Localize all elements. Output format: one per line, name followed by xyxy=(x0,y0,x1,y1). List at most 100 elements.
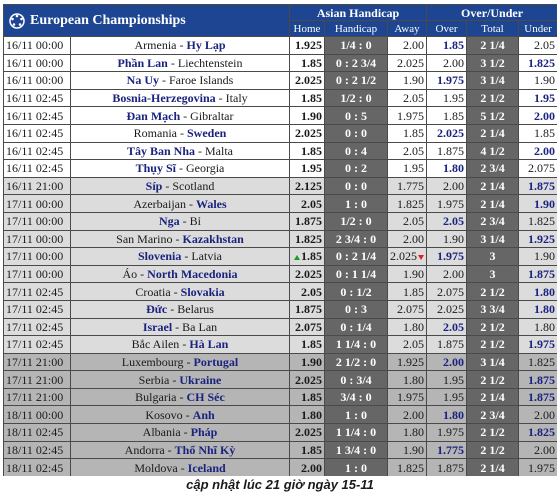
away-team: Hà Lan xyxy=(189,337,229,352)
over-odds: 1.85 xyxy=(427,37,467,54)
total-goals-line: 2 1/2 xyxy=(467,283,519,300)
away-team: Iceland xyxy=(187,460,226,475)
match-row: 18/11 02:45 Albania - Pháp 2.025 1 1/4 : 0 1… xyxy=(4,424,558,441)
match-teams: Bắc Ailen - Hà Lan xyxy=(71,336,289,353)
handicap-value: 0 : 1/4 xyxy=(325,318,387,336)
match-teams: Áo - North Macedonia xyxy=(71,265,289,283)
match-row: 16/11 00:00 Na Uy - Faroe Islands 2.025 0 :… xyxy=(4,72,558,89)
match-row: 16/11 02:45 Bosnia-Herzegovina - Italy 1.8… xyxy=(4,89,558,107)
home-odds-value: 2.025 xyxy=(295,126,322,141)
away-team: Liechtenstein xyxy=(177,55,243,70)
handicap-value: 1 : 0 xyxy=(325,406,387,424)
handicap-value: 3/4 : 0 xyxy=(325,388,387,406)
home-odds: 1.875 xyxy=(290,212,324,230)
kickoff-time: 18/11 02:45 xyxy=(4,441,70,459)
match-row: 17/11 02:45 Đức - Belarus 1.875 0 : 3 2.075 2… xyxy=(4,300,558,318)
home-odds: 1.80 xyxy=(290,406,324,424)
kickoff-time: 16/11 02:45 xyxy=(4,107,70,124)
away-odds: 2.075 xyxy=(388,300,427,318)
total-goals-line: 2 3/4 xyxy=(467,406,519,424)
away-odds: 1.975 xyxy=(388,388,427,406)
under-odds: 1.875 xyxy=(519,177,558,195)
handicap-value: 1/4 : 0 xyxy=(325,37,387,54)
home-odds-value: 1.90 xyxy=(301,108,322,123)
away-odds-value: 2.025 xyxy=(390,249,418,264)
home-odds-value: 1.85 xyxy=(301,390,322,405)
total-goals-line: 3 xyxy=(467,248,519,265)
match-rows: 16/11 00:00 Armenia - Hy Lạp 1.925 1/4 : 02… xyxy=(4,37,558,476)
match-teams: Kosovo - Anh xyxy=(71,406,289,424)
over-odds: 1.975 xyxy=(427,72,467,89)
kickoff-time: 16/11 00:00 xyxy=(4,72,70,89)
home-team: Tây Ban Nha xyxy=(126,143,196,158)
handicap-value: 0 : 0 xyxy=(325,124,387,142)
total-goals-line: 3 1/4 xyxy=(467,353,519,371)
away-odds-value: 1.775 xyxy=(397,179,425,194)
total-goals-line: 2 1/4 xyxy=(467,388,519,406)
total-goals-line: 2 1/2 xyxy=(467,371,519,388)
odds-table-container: European Championships Asian Handicap Ov… xyxy=(3,4,558,476)
match-teams: Serbia - Ukraine xyxy=(71,371,289,388)
under-odds: 1.80 xyxy=(519,318,558,336)
home-odds-value: 2.025 xyxy=(295,73,322,88)
home-team: Slovenia xyxy=(138,249,182,264)
home-odds: 1.85 xyxy=(290,54,324,72)
kickoff-time: 17/11 00:00 xyxy=(4,230,70,248)
home-team: Nga xyxy=(158,214,180,229)
total-goals-line: 2 1/4 xyxy=(467,195,519,212)
match-row: 17/11 00:00 Azerbaijan - Wales 2.05 1 : 0 1.… xyxy=(4,195,558,212)
match-teams: Đan Mạch - Gibraltar xyxy=(71,107,289,124)
home-odds-value: 2.025 xyxy=(295,267,322,282)
over-odds: 2.075 xyxy=(427,283,467,300)
match-row: 17/11 02:45 Bắc Ailen - Hà Lan 1.85 1 1/4 :… xyxy=(4,336,558,353)
home-team: Síp xyxy=(145,179,163,194)
under-odds: 1.825 xyxy=(519,424,558,441)
away-team: Belarus xyxy=(177,302,214,317)
total-goals-line: 4 1/2 xyxy=(467,142,519,160)
match-teams: Bulgaria - CH Séc xyxy=(71,388,289,406)
away-odds: 1.90 xyxy=(388,441,427,459)
total-goals-line: 2 3/4 xyxy=(467,212,519,230)
over-odds: 1.975 xyxy=(427,195,467,212)
match-teams: Síp - Scotland xyxy=(71,177,289,195)
home-team: Bắc Ailen xyxy=(131,337,180,352)
uefa-logo-icon xyxy=(9,12,25,29)
match-row: 17/11 21:00 Serbia - Ukraine 2.025 0 : 3/4 1… xyxy=(4,371,558,388)
over-odds: 1.85 xyxy=(427,107,467,124)
over-odds: 1.875 xyxy=(427,142,467,160)
match-teams: Andorra - Thổ Nhĩ Kỳ xyxy=(71,441,289,459)
away-odds-value: 1.80 xyxy=(403,372,425,387)
match-row: 17/11 00:00 Slovenia - Latvia 1.85 0 : 2 1/… xyxy=(4,248,558,265)
match-row: 18/11 02:45 Andorra - Thổ Nhĩ Kỳ 1.85 1 3/4… xyxy=(4,441,558,459)
home-odds: 2.025 xyxy=(290,124,324,142)
away-odds: 1.925 xyxy=(388,353,427,371)
update-note: cập nhật lúc 21 giờ ngày 15-11 xyxy=(186,477,374,492)
under-odds: 1.875 xyxy=(519,371,558,388)
match-teams: Phần Lan - Liechtenstein xyxy=(71,54,289,72)
home-odds: 2.05 xyxy=(290,195,324,212)
total-goals-line: 2 1/2 xyxy=(467,89,519,107)
away-team: North Macedonia xyxy=(147,267,238,282)
total-goals-line: 2 3/4 xyxy=(467,160,519,177)
home-odds-value: 1.85 xyxy=(301,442,322,457)
away-odds-value: 2.00 xyxy=(403,38,425,53)
kickoff-time: 18/11 02:45 xyxy=(4,459,70,476)
home-odds: 1.95 xyxy=(290,160,324,177)
away-odds: 2.00 xyxy=(388,230,427,248)
handicap-value: 0 : 2 xyxy=(325,160,387,177)
away-team: Georgia xyxy=(185,161,225,176)
under-odds: 1.90 xyxy=(519,195,558,212)
handicap-value: 0 : 2 3/4 xyxy=(325,54,387,72)
under-odds: 2.00 xyxy=(519,107,558,124)
away-team: Bỉ xyxy=(189,214,201,229)
competition-name: European Championships xyxy=(30,12,186,28)
home-team: Thụy Sĩ xyxy=(135,161,176,176)
match-teams: Thụy Sĩ - Georgia xyxy=(71,160,289,177)
home-odds-value: 1.85 xyxy=(301,249,322,264)
match-row: 17/11 02:45 Croatia - Slovakia 2.05 0 : 1/2… xyxy=(4,283,558,300)
over-odds: 1.80 xyxy=(427,160,467,177)
total-goals-line: 3 3/4 xyxy=(467,300,519,318)
handicap-value: 1 : 0 xyxy=(325,195,387,212)
kickoff-time: 18/11 02:45 xyxy=(4,424,70,441)
match-teams: Luxembourg - Portugal xyxy=(71,353,289,371)
